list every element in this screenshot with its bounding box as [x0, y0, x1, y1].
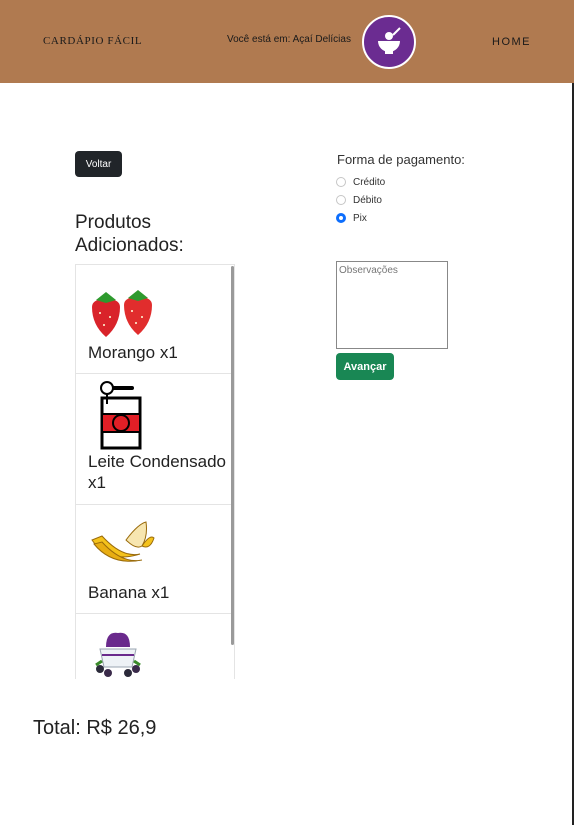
payment-option-debito[interactable]: Débito — [336, 193, 382, 207]
payment-method-title: Forma de pagamento: — [337, 152, 465, 167]
brand-name[interactable]: CARDÁPIO FÁCIL — [43, 35, 142, 47]
current-location-text: Você está em: Açaí Delícias — [227, 34, 351, 45]
radio-label: Crédito — [353, 176, 386, 188]
list-item — [76, 614, 234, 679]
list-item: Banana x1 — [76, 505, 234, 614]
list-item: Morango x1 — [76, 265, 234, 374]
radio-credito[interactable] — [336, 177, 346, 187]
product-name: Leite Condensado x1 — [88, 452, 227, 492]
acai-bowl-icon — [362, 15, 416, 69]
condensed-milk-can-icon — [88, 380, 148, 457]
strawberry-icon — [88, 289, 160, 346]
products-section-title: Produtos Adicionados: — [75, 212, 184, 256]
observations-textarea[interactable]: Observações — [336, 261, 448, 349]
home-link[interactable]: HOME — [492, 36, 531, 48]
order-total: Total: R$ 26,9 — [33, 717, 157, 739]
product-name: Banana x1 — [88, 583, 170, 602]
radio-debito[interactable] — [336, 195, 346, 205]
advance-button[interactable]: Avançar — [336, 353, 394, 380]
banana-icon — [88, 520, 158, 571]
added-products-list[interactable]: Morango x1 Leite Condensado x1 Banana x1 — [75, 264, 235, 679]
radio-pix[interactable] — [336, 213, 346, 223]
products-scrollbar[interactable] — [231, 266, 234, 645]
payment-option-credito[interactable]: Crédito — [336, 175, 385, 189]
acai-cup-icon — [88, 629, 148, 679]
product-name: Morango x1 — [88, 343, 178, 362]
payment-option-pix[interactable]: Pix — [336, 211, 367, 225]
list-item: Leite Condensado x1 — [76, 374, 234, 505]
radio-label: Débito — [353, 194, 382, 206]
radio-label: Pix — [353, 212, 367, 224]
top-navbar: CARDÁPIO FÁCIL Você está em: Açaí Delíci… — [0, 0, 574, 83]
back-button[interactable]: Voltar — [75, 151, 122, 177]
